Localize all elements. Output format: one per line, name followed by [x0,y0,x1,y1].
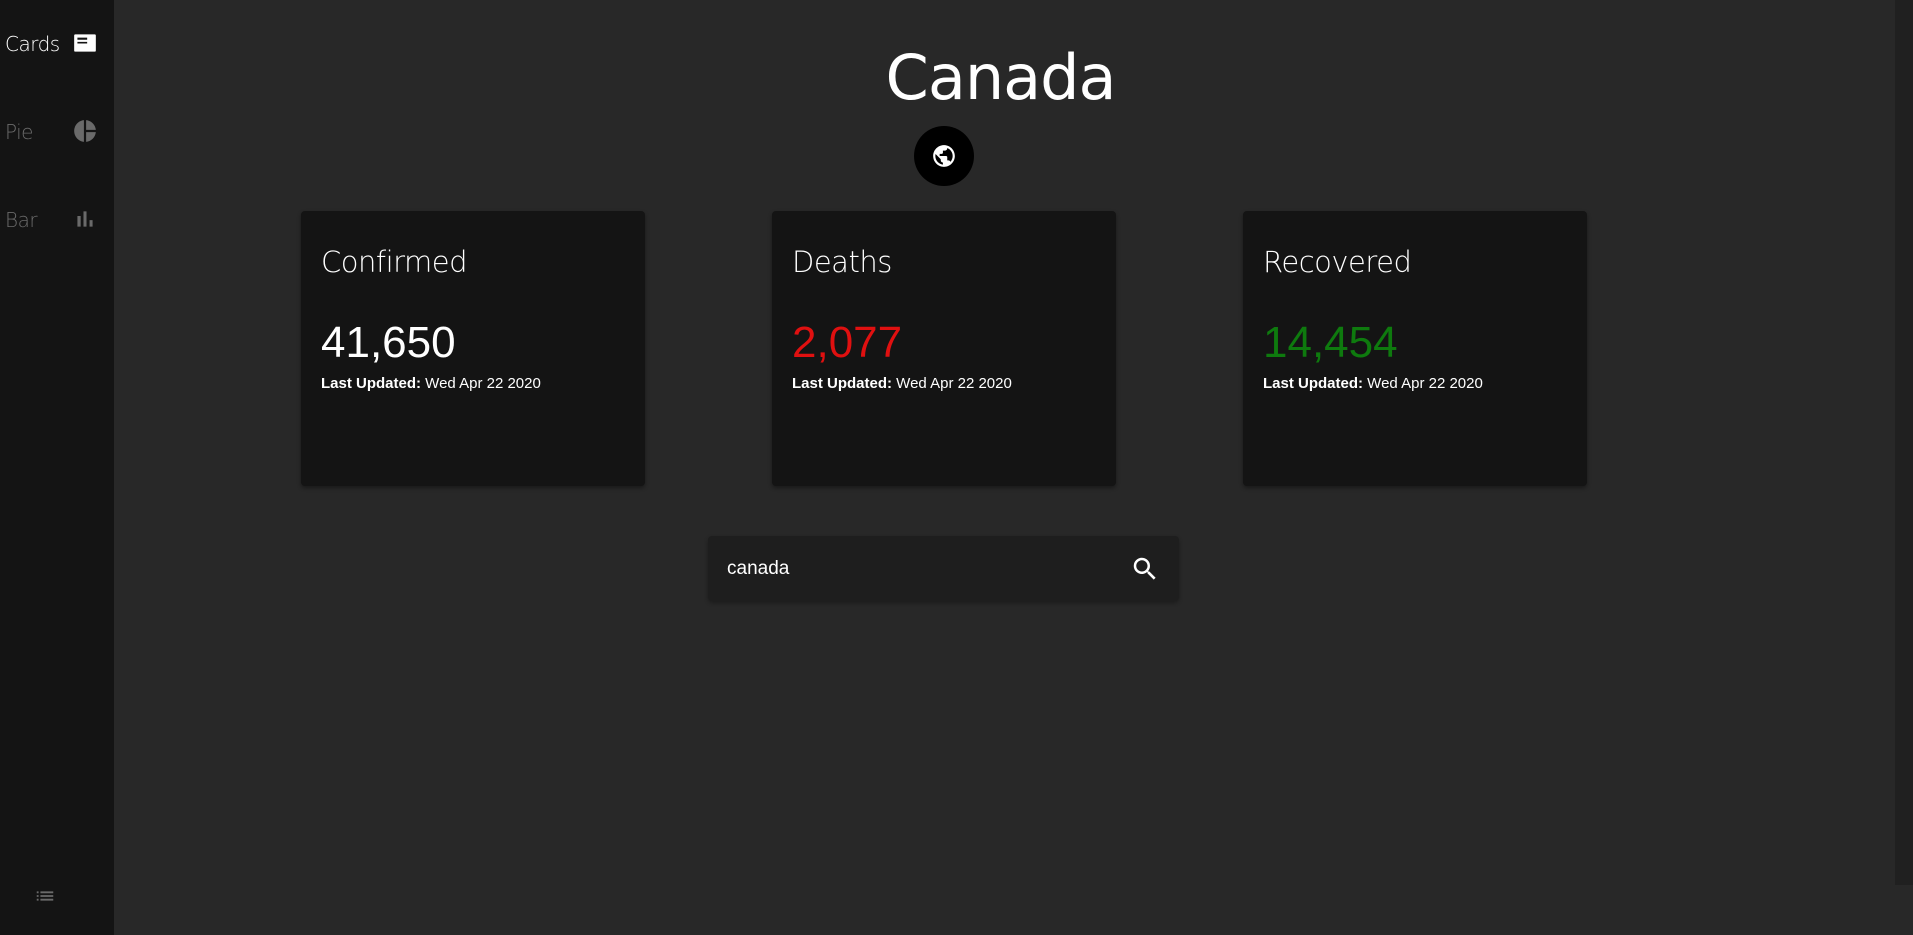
updated-value: Wed Apr 22 2020 [421,375,541,392]
bar-chart-icon [72,206,98,232]
card-updated: Last Updated: Wed Apr 22 2020 [792,375,1012,392]
updated-value: Wed Apr 22 2020 [1363,375,1483,392]
card-value: 2,077 [792,318,903,367]
sidebar-item-label: Pie [5,120,33,144]
pie-chart-icon [72,118,98,144]
recovered-card: Recovered 14,454 Last Updated: Wed Apr 2… [1243,211,1587,486]
sidebar-item-pie[interactable]: Pie [0,110,114,150]
updated-value: Wed Apr 22 2020 [892,375,1012,392]
sidebar-item-label: Cards [5,32,60,56]
search-icon[interactable] [1130,554,1160,584]
card-updated: Last Updated: Wed Apr 22 2020 [1263,375,1483,392]
card-updated: Last Updated: Wed Apr 22 2020 [321,375,541,392]
search-box [708,536,1179,601]
sidebar-item-bar[interactable]: Bar [0,198,114,238]
sidebar-item-cards[interactable]: Cards [0,22,114,62]
deaths-card: Deaths 2,077 Last Updated: Wed Apr 22 20… [772,211,1116,486]
scrollbar[interactable] [1895,0,1913,885]
updated-label: Last Updated: [1263,375,1364,392]
card-title: Recovered [1263,245,1412,279]
updated-label: Last Updated: [321,375,422,392]
card-value: 14,454 [1263,318,1398,367]
search-input[interactable] [725,550,1109,588]
sidebar-item-label: Bar [5,208,38,232]
confirmed-card: Confirmed 41,650 Last Updated: Wed Apr 2… [301,211,645,486]
globe-button[interactable] [914,126,974,186]
updated-label: Last Updated: [792,375,893,392]
card-value: 41,650 [321,318,456,367]
card-title: Confirmed [321,245,468,279]
card-icon [72,30,98,56]
list-icon[interactable] [32,885,58,907]
page-title: Canada [885,41,1117,114]
card-title: Deaths [792,245,892,279]
sidebar: Cards Pie Bar [0,0,114,935]
